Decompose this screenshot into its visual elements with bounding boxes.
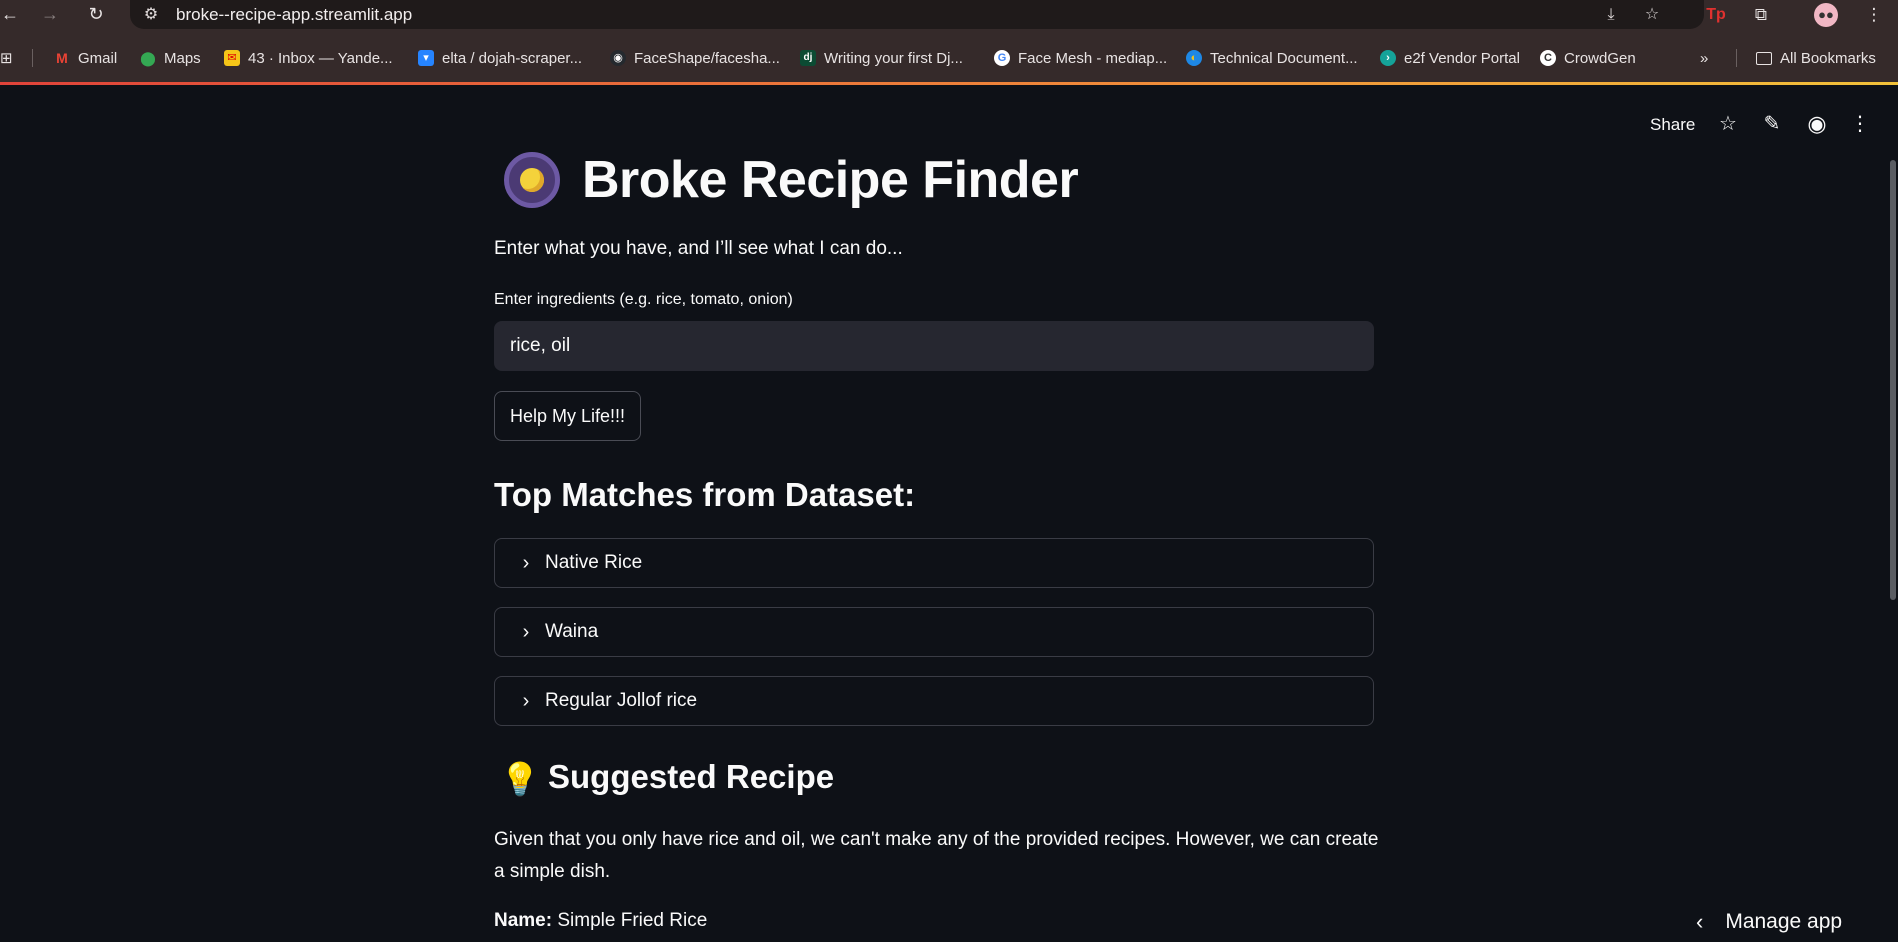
yandex-mail-icon: ✉ bbox=[224, 50, 240, 66]
browser-top-bar: ← → ↻ ⚙ broke--recipe-app.streamlit.app … bbox=[0, 0, 1898, 29]
extensions-icon[interactable]: ⧉ bbox=[1749, 3, 1773, 27]
bookmark-e2f-vendor-portal[interactable]: › e2f Vendor Portal bbox=[1380, 47, 1520, 69]
scrollbar[interactable] bbox=[1890, 160, 1896, 600]
manage-app-label: Manage app bbox=[1725, 910, 1843, 933]
recipe-name-label: Name: bbox=[494, 910, 553, 931]
document-icon: ◐ bbox=[1186, 50, 1202, 66]
e2f-icon: › bbox=[1380, 50, 1396, 66]
more-bookmarks-icon[interactable]: » bbox=[1700, 47, 1708, 69]
recipe-name-value: Simple Fried Rice bbox=[557, 910, 708, 931]
bookmark-django[interactable]: dj Writing your first Dj... bbox=[800, 47, 963, 69]
bookmark-divider bbox=[32, 49, 33, 67]
manage-app-button[interactable]: ‹ Manage app bbox=[1696, 902, 1842, 942]
lightbulb-icon: 💡 bbox=[500, 761, 540, 797]
help-my-life-button[interactable]: Help My Life!!! bbox=[494, 391, 642, 441]
chevron-right-icon: › bbox=[522, 690, 530, 712]
bookmarks-bar: ⊞ M Gmail ⬤ Maps ✉ 43 · Inbox — Yande... ▾ e… bbox=[0, 29, 1898, 85]
bookmark-yandex-inbox[interactable]: ✉ 43 · Inbox — Yande... bbox=[224, 47, 393, 69]
chevron-right-icon: › bbox=[522, 552, 530, 574]
bookmark-crowdgen[interactable]: C CrowdGen bbox=[1540, 47, 1636, 69]
bookmark-star-icon[interactable]: ☆ bbox=[1641, 4, 1663, 26]
maps-icon: ⬤ bbox=[140, 50, 156, 66]
subtitle: Enter what you have, and I’ll see what I… bbox=[494, 238, 903, 259]
github-icon: ◉ bbox=[610, 50, 626, 66]
address-bar[interactable]: ⚙ broke--recipe-app.streamlit.app ⤓ ☆ bbox=[130, 0, 1704, 29]
page-title: Broke Recipe Finder bbox=[582, 151, 1079, 209]
app-menu-icon[interactable]: ⋮ bbox=[1846, 110, 1874, 138]
bookmark-face-mesh[interactable]: G Face Mesh - mediap... bbox=[994, 47, 1167, 69]
expander-native-rice[interactable]: › Native Rice bbox=[494, 538, 1374, 588]
bitbucket-icon: ▾ bbox=[418, 50, 434, 66]
extension-tp-icon[interactable]: Tp bbox=[1704, 3, 1728, 27]
gmail-icon: M bbox=[56, 50, 68, 66]
paella-pan-icon bbox=[504, 152, 560, 208]
folder-icon bbox=[1756, 51, 1772, 65]
expander-waina[interactable]: › Waina bbox=[494, 607, 1374, 657]
bookmark-gmail[interactable]: M Gmail bbox=[54, 47, 117, 69]
google-icon: G bbox=[994, 50, 1010, 66]
site-settings-icon[interactable]: ⚙ bbox=[140, 4, 162, 26]
forward-icon[interactable]: → bbox=[40, 4, 60, 24]
apps-grid-icon[interactable]: ⊞ bbox=[0, 47, 13, 69]
django-icon: dj bbox=[800, 50, 816, 66]
recipe-name-line: Name: Simple Fried Rice bbox=[494, 910, 707, 932]
edit-pencil-icon[interactable]: ✎ bbox=[1758, 110, 1786, 138]
matches-heading: Top Matches from Dataset: bbox=[494, 476, 916, 513]
expander-label: Native Rice bbox=[545, 552, 643, 573]
expander-label: Waina bbox=[545, 621, 599, 642]
back-icon[interactable]: ← bbox=[0, 4, 20, 24]
all-bookmarks-button[interactable]: All Bookmarks bbox=[1756, 47, 1876, 69]
suggested-recipe-heading: Suggested Recipe bbox=[548, 758, 835, 795]
bookmark-maps[interactable]: ⬤ Maps bbox=[140, 47, 201, 69]
streamlit-app: Share ☆ ✎ ◉ ⋮ Broke Recipe Finder Enter … bbox=[0, 88, 1898, 942]
browser-menu-icon[interactable]: ⋮ bbox=[1862, 3, 1886, 27]
ingredients-input[interactable] bbox=[494, 321, 1374, 371]
bookmark-dojah-scraper[interactable]: ▾ elta / dojah-scraper... bbox=[418, 47, 582, 69]
profile-avatar-icon[interactable]: ●● bbox=[1814, 3, 1838, 27]
chevron-left-icon: ‹ bbox=[1696, 909, 1704, 934]
address-url[interactable]: broke--recipe-app.streamlit.app bbox=[176, 5, 412, 25]
ingredients-label: Enter ingredients (e.g. rice, tomato, on… bbox=[494, 291, 793, 308]
crowdgen-icon: C bbox=[1540, 50, 1556, 66]
install-app-icon[interactable]: ⤓ bbox=[1600, 4, 1622, 26]
suggestion-text: Given that you only have rice and oil, w… bbox=[494, 829, 1379, 882]
reload-icon[interactable]: ↻ bbox=[86, 4, 106, 24]
expander-regular-jollof-rice[interactable]: › Regular Jollof rice bbox=[494, 676, 1374, 726]
bookmark-technical-document[interactable]: ◐ Technical Document... bbox=[1186, 47, 1358, 69]
bookmark-divider bbox=[1736, 49, 1737, 67]
bookmark-faceshape[interactable]: ◉ FaceShape/facesha... bbox=[610, 47, 780, 69]
github-icon[interactable]: ◉ bbox=[1803, 110, 1831, 138]
chevron-right-icon: › bbox=[522, 621, 530, 643]
share-button[interactable]: Share bbox=[1650, 115, 1695, 135]
title-row: Broke Recipe Finder bbox=[494, 150, 1079, 210]
star-icon[interactable]: ☆ bbox=[1714, 110, 1742, 138]
expander-label: Regular Jollof rice bbox=[545, 690, 698, 711]
